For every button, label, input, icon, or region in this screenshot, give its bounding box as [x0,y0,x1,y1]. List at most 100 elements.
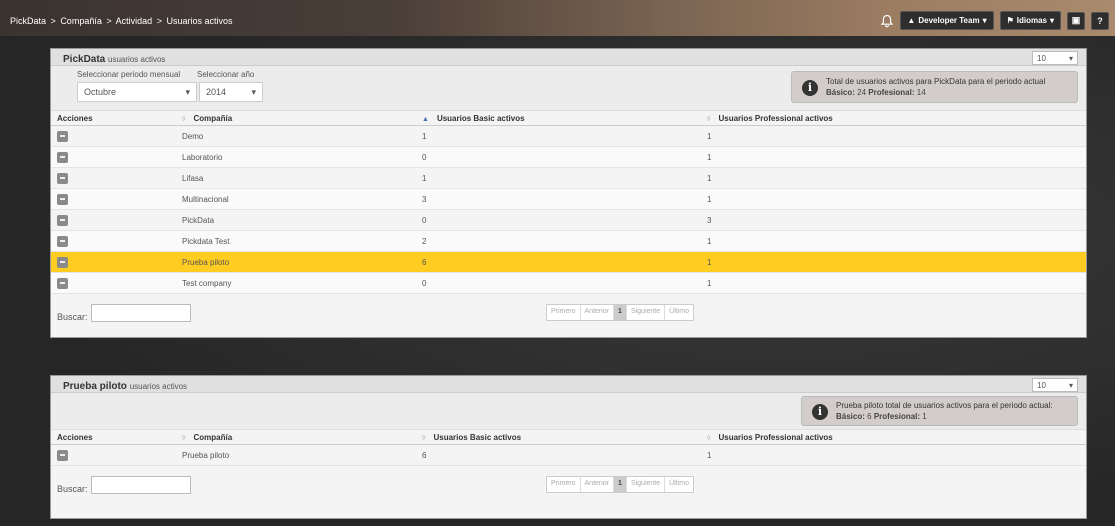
breadcrumb-separator: > [156,16,162,26]
cell-basic: 0 [422,272,707,294]
table-header-row: Acciones ◊ Compañía ▲ Usuarios Basic activ… [51,111,1086,126]
table-row-selected[interactable]: Prueba piloto 6 1 [51,251,1086,273]
help-button[interactable]: ? [1091,11,1109,30]
active-users-panel: PickData usuarios activos 10 ▾ Seleccion… [50,48,1087,338]
panel-title: Prueba piloto usuarios activos [63,381,187,392]
cell-basic: 1 [422,167,707,189]
cell-basic: 6 [422,444,707,466]
table-row[interactable]: Multinacional 3 1 [51,188,1086,210]
sort-icon: ◊ [182,115,186,123]
year-select[interactable]: 2014 ▾ [199,82,263,102]
pager-next[interactable]: Siguiente [627,305,666,320]
basic-label: Básico: [826,88,855,97]
row-action-button[interactable] [57,193,68,205]
cell-basic: 0 [422,209,707,231]
table-footer: Buscar: Primero Anterior 1 Siguiente Últ… [51,466,1086,504]
col-label: Usuarios Professional activos [718,113,833,123]
col-header-professional[interactable]: ◊ Usuarios Professional activos [707,430,1086,445]
page-size-select[interactable]: 10 ▾ [1032,378,1078,392]
search-input[interactable] [91,476,191,494]
page-size-select[interactable]: 10 ▾ [1032,51,1078,65]
cell-pro: 1 [707,230,1086,252]
cell-basic: 1 [422,125,707,147]
caret-down-icon: ▾ [1068,381,1073,390]
row-action-button[interactable] [57,151,68,163]
breadcrumb-current: Usuarios activos [166,16,233,26]
table-row[interactable]: Lifasa 1 1 [51,167,1086,189]
table-footer: Buscar: Primero Anterior 1 Siguiente Últ… [51,294,1086,332]
caret-down-icon: ▾ [251,87,256,97]
cell-pro: 1 [707,146,1086,168]
panel-header: PickData usuarios activos 10 ▾ [51,49,1086,66]
cell-company: Lifasa [182,167,422,189]
info-text: Total de usuarios activos para PickData … [826,77,1046,86]
month-label: Seleccionar periodo mensual [77,70,181,79]
search-input[interactable] [91,304,191,322]
breadcrumb-item[interactable]: Actividad [116,16,153,26]
pager-last[interactable]: Último [665,477,693,492]
pager-prev[interactable]: Anterior [581,305,615,320]
year-label: Seleccionar año [197,70,255,79]
col-header-acciones[interactable]: Acciones [51,430,182,445]
help-label: ? [1097,15,1103,26]
col-header-professional[interactable]: ◊ Usuarios Professional activos [707,111,1086,126]
inbox-button[interactable]: ▣ [1067,11,1085,30]
col-label: Usuarios Basic activos [433,432,522,442]
col-header-acciones[interactable]: Acciones [51,111,182,126]
row-action-button[interactable] [57,130,68,142]
pager-next[interactable]: Siguiente [627,477,666,492]
search-label: Buscar: [57,484,88,494]
col-label: Acciones [57,113,93,123]
cell-basic: 0 [422,146,707,168]
row-action-button[interactable] [57,256,68,268]
table-row[interactable]: Laboratorio 0 1 [51,146,1086,168]
pager-last[interactable]: Último [665,305,693,320]
table-row[interactable]: Prueba piloto 6 1 [51,444,1086,466]
row-action-button[interactable] [57,235,68,247]
flag-icon: ⚑ [1006,16,1014,25]
row-action-button[interactable] [57,172,68,184]
col-header-basic[interactable]: ▲ Usuarios Basic activos [422,111,707,126]
inbox-icon: ▣ [1071,15,1081,25]
info-icon: i [802,80,818,96]
cell-company: Test company [182,272,422,294]
breadcrumb-separator: > [106,16,112,26]
panel-title-suffix: usuarios activos [129,382,188,391]
sort-icon: ◊ [422,434,426,442]
team-dropdown-button[interactable]: ▲ Developer Team ▾ [900,11,994,30]
pager-prev[interactable]: Anterior [581,477,615,492]
cell-company: PickData [182,209,422,231]
languages-dropdown-button[interactable]: ⚑ Idiomas ▾ [999,11,1061,30]
caret-down-icon: ▾ [1049,16,1054,25]
panel-title: PickData usuarios activos [63,54,165,65]
col-label: Compañía [193,113,233,123]
col-header-compania[interactable]: ◊ Compañía [182,111,422,126]
info-icon: i [812,404,828,420]
col-header-basic[interactable]: ◊ Usuarios Basic activos [422,430,707,445]
pager-page-1[interactable]: 1 [614,477,627,492]
col-label: Acciones [57,432,93,442]
search-label: Buscar: [57,312,88,322]
row-action-button[interactable] [57,449,68,461]
bell-icon[interactable] [880,14,894,28]
company-users-table: Acciones ◊ Compañía ◊ Usuarios Basic activ… [51,430,1086,466]
row-action-button[interactable] [57,214,68,226]
table-row[interactable]: Test company 0 1 [51,272,1086,294]
table-row[interactable]: PickData 0 3 [51,209,1086,231]
table-row[interactable]: Demo 1 1 [51,125,1086,147]
pro-label: Profesional: [868,88,915,97]
info-counts: Básico: 6 Profesional: 1 [836,412,927,421]
month-select[interactable]: Octubre ▾ [77,82,197,102]
col-header-compania[interactable]: ◊ Compañía [182,430,422,445]
info-text: Prueba piloto total de usuarios activos … [836,401,1053,410]
company-active-users-panel: Prueba piloto usuarios activos 10 ▾ i Pr… [50,375,1087,519]
row-action-button[interactable] [57,277,68,289]
pager-first[interactable]: Primero [547,305,581,320]
breadcrumb-separator: > [50,16,56,26]
pager-first[interactable]: Primero [547,477,581,492]
breadcrumb-item[interactable]: Compañía [60,16,102,26]
cell-pro: 1 [707,125,1086,147]
pager-page-1[interactable]: 1 [614,305,627,320]
breadcrumb-item[interactable]: PickData [10,16,46,26]
table-row[interactable]: Pickdata Test 2 1 [51,230,1086,252]
